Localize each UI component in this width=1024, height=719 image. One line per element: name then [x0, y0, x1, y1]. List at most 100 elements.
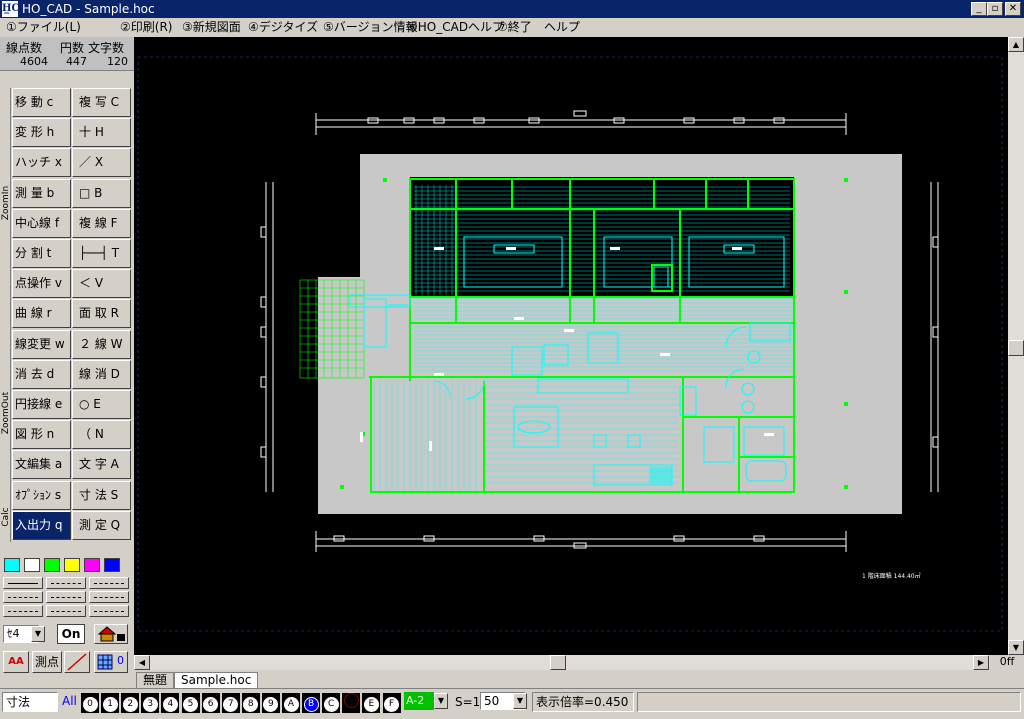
snap-off-label[interactable]: 0ff [990, 655, 1024, 670]
scroll-up-button[interactable]: ▲ [1008, 37, 1024, 52]
layer-button[interactable] [342, 693, 361, 713]
layer-button[interactable]: F [382, 693, 401, 713]
line-type-button[interactable] [3, 577, 43, 589]
menu-file[interactable]: ①ファイル(L) [6, 20, 81, 35]
line-type-button[interactable] [46, 577, 86, 589]
command-button[interactable]: 複 写 C [72, 88, 131, 117]
command-button[interactable]: ├──┤ T [72, 239, 131, 268]
line-type-button[interactable] [89, 577, 129, 589]
color-swatch[interactable] [104, 558, 120, 572]
command-button[interactable]: 変 形 h [12, 118, 71, 148]
line-type-button[interactable] [46, 605, 86, 617]
vertical-scroll-thumb[interactable] [1008, 340, 1024, 356]
menu-print[interactable]: ②印刷(R) [120, 20, 172, 35]
tab-sample[interactable]: Sample.hoc [174, 672, 259, 688]
zoom-out-tab[interactable]: ZoomOut [0, 368, 11, 498]
command-button[interactable]: ○ E [72, 390, 131, 419]
command-button[interactable]: 測 定 Q [72, 510, 131, 540]
house-icon[interactable] [94, 624, 128, 644]
layer-button[interactable]: C [322, 693, 341, 713]
command-button[interactable]: 分 割 t [12, 239, 71, 268]
menu-exit[interactable]: ⑦終了 [497, 20, 532, 35]
menu-help-cad[interactable]: ⑥HO_CADヘルプ [407, 20, 504, 35]
chevron-down-icon[interactable]: ▼ [434, 693, 448, 709]
color-swatch[interactable] [64, 558, 80, 572]
command-button[interactable]: 文編集 a [12, 450, 71, 480]
layer-button[interactable]: 1 [101, 693, 120, 713]
horizontal-scroll-thumb[interactable] [550, 655, 566, 670]
color-swatch[interactable] [24, 558, 40, 572]
color-swatch[interactable] [84, 558, 100, 572]
menu-digitize[interactable]: ④デジタイズ [248, 20, 318, 35]
command-button[interactable]: 寸 法 S [72, 480, 131, 510]
command-button[interactable]: 入出力 q [12, 510, 71, 540]
command-button[interactable]: 点操作 v [12, 269, 71, 299]
command-button[interactable]: ／ X [72, 148, 131, 178]
layer-button[interactable]: E [362, 693, 381, 713]
command-button[interactable]: 消 去 d [12, 359, 71, 389]
command-button[interactable]: 面 取 R [72, 299, 131, 329]
close-button[interactable]: ✕ [1005, 2, 1021, 16]
minimize-button[interactable]: _ [971, 2, 987, 16]
layer-button[interactable]: 6 [201, 693, 220, 713]
command-button[interactable]: 複 線 F [72, 208, 131, 238]
horizontal-scrollbar[interactable] [134, 655, 990, 670]
chevron-down-icon[interactable]: ▼ [31, 626, 45, 642]
layer-button[interactable]: 8 [241, 693, 260, 713]
diagonal-line-icon[interactable] [64, 651, 90, 673]
command-button[interactable]: ２ 線 W [72, 329, 131, 359]
scroll-right-button[interactable]: ▶ [973, 655, 989, 670]
command-button[interactable]: ＜ V [72, 269, 131, 299]
layer-button[interactable]: 4 [161, 693, 180, 713]
command-button[interactable]: ｵﾌﾟｼｮﾝ s [12, 480, 71, 510]
command-button[interactable]: 線変更 w [12, 329, 71, 359]
command-button[interactable]: 図 形 n [12, 420, 71, 450]
menu-version[interactable]: ⑤バージョン情報 [323, 20, 418, 35]
color-swatch[interactable] [4, 558, 20, 572]
grid-button[interactable]: 0 [94, 651, 128, 673]
sokuten-button[interactable]: 測点 [32, 651, 62, 673]
layer-button[interactable]: 2 [121, 693, 140, 713]
layer-button[interactable]: 0 [81, 693, 99, 713]
layer-button[interactable]: 5 [181, 693, 200, 713]
vertical-scrollbar[interactable] [1008, 37, 1024, 655]
layer-button[interactable]: 9 [261, 693, 280, 713]
scroll-down-button[interactable]: ▼ [1008, 640, 1024, 655]
layer-button[interactable]: 7 [221, 693, 240, 713]
command-button[interactable]: 曲 線 r [12, 299, 71, 329]
command-button[interactable]: 十 H [72, 118, 131, 148]
menu-help[interactable]: ヘルプ [544, 20, 580, 35]
command-input[interactable]: 寸法 [2, 692, 58, 712]
menu-new[interactable]: ③新規図面 [182, 20, 241, 35]
layer-button[interactable]: A [282, 693, 300, 713]
command-button[interactable]: 線 消 D [72, 359, 131, 389]
app-icon[interactable]: H̲C [2, 1, 19, 17]
chevron-down-icon[interactable]: ▼ [513, 693, 527, 709]
line-type-button[interactable] [89, 605, 129, 617]
command-button[interactable]: （ N [72, 420, 131, 450]
tab-untitled[interactable]: 無題 [136, 672, 175, 688]
command-button[interactable]: ハッチ x [12, 148, 71, 178]
line-type-button[interactable] [46, 591, 86, 603]
color-swatch[interactable] [44, 558, 60, 572]
zoom-in-tab[interactable]: ZoomIn [0, 88, 11, 368]
command-button[interactable]: 円接線 e [12, 390, 71, 419]
line-type-button[interactable] [89, 591, 129, 603]
line-type-button[interactable] [3, 605, 43, 617]
drawing-canvas[interactable]: 1 階床面積 144.40㎡ [134, 37, 1008, 655]
all-layers-button[interactable]: All [62, 694, 77, 708]
text-size-icon[interactable]: AA [3, 651, 29, 673]
command-button[interactable]: □ B [72, 178, 131, 208]
command-button[interactable]: 中心線 f [12, 208, 71, 238]
command-button[interactable]: 測 量 b [12, 178, 71, 208]
snap-on-button[interactable]: On [57, 624, 85, 644]
layer-button[interactable]: 3 [141, 693, 160, 713]
line-type-button[interactable] [3, 591, 43, 603]
layer-button[interactable]: B [302, 693, 321, 713]
calc-tab[interactable]: Calc [0, 498, 11, 542]
command-button[interactable]: 文 字 A [72, 450, 131, 480]
floor-plan-drawing[interactable]: 1 階床面積 144.40㎡ [134, 37, 1008, 655]
maximize-button[interactable]: ▫ [987, 2, 1003, 16]
scroll-left-button[interactable]: ◀ [134, 655, 150, 670]
layer-select[interactable]: A-2 [404, 692, 434, 710]
